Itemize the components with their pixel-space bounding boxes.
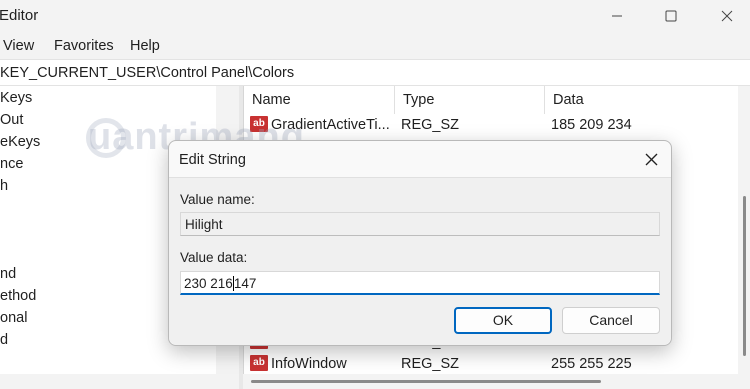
close-icon: [721, 10, 733, 22]
value-data-text: 230 216: [184, 276, 233, 291]
cancel-button[interactable]: Cancel: [562, 307, 660, 334]
column-header-type[interactable]: Type: [395, 86, 545, 114]
list-row[interactable]: ab GradientActiveTi... REG_SZ 185 209 23…: [244, 114, 724, 136]
window-title: Editor: [0, 7, 39, 24]
minimize-button[interactable]: [594, 0, 640, 32]
dialog-title: Edit String: [179, 152, 246, 168]
maximize-button[interactable]: [648, 0, 694, 32]
tree-item[interactable]: ethod: [0, 288, 36, 304]
edit-string-dialog: Edit String Value name: Hilight Value da…: [168, 140, 672, 346]
scrollbar-thumb[interactable]: [251, 380, 601, 383]
value-type: REG_SZ: [401, 356, 460, 372]
column-header-data[interactable]: Data: [545, 86, 750, 114]
menu-view[interactable]: View: [3, 38, 34, 54]
tree-item[interactable]: nce: [0, 156, 23, 172]
value-data: 255 255 225: [551, 356, 632, 372]
tree-item[interactable]: Keys: [0, 90, 32, 106]
address-bar[interactable]: KEY_CURRENT_USER\Control Panel\Colors: [0, 59, 750, 86]
list-horizontal-scrollbar[interactable]: [243, 374, 738, 389]
column-header-name[interactable]: Name: [244, 86, 395, 114]
maximize-icon: [665, 10, 677, 22]
list-vertical-scrollbar[interactable]: [738, 86, 750, 389]
address-path: KEY_CURRENT_USER\Control Panel\Colors: [0, 65, 295, 81]
menu-bar: View Favorites Help: [0, 34, 750, 58]
value-data: 185 209 234: [551, 117, 632, 133]
value-data-field[interactable]: 230 216147: [180, 271, 660, 295]
value-name: InfoWindow: [271, 356, 347, 372]
tree-item[interactable]: eKeys: [0, 134, 40, 150]
tree-horizontal-scrollbar[interactable]: [0, 374, 239, 386]
menu-favorites[interactable]: Favorites: [54, 38, 114, 54]
close-window-button[interactable]: [704, 0, 750, 32]
tree-item[interactable]: Out: [0, 112, 23, 128]
tree-item[interactable]: onal: [0, 310, 27, 326]
menu-help[interactable]: Help: [130, 38, 160, 54]
scrollbar-thumb[interactable]: [743, 196, 746, 356]
minimize-icon: [612, 15, 622, 17]
value-data-text: 147: [233, 276, 257, 291]
close-icon: [645, 153, 657, 165]
tree-item[interactable]: nd: [0, 266, 16, 282]
ok-button[interactable]: OK: [454, 307, 552, 334]
value-type: REG_SZ: [401, 117, 460, 133]
tree-item[interactable]: h: [0, 178, 8, 194]
value-name-label: Value name:: [180, 192, 255, 207]
title-bar: Editor: [0, 0, 750, 32]
dialog-close-button[interactable]: [637, 147, 665, 171]
string-value-icon: ab: [250, 355, 268, 371]
dialog-body: Value name: Hilight Value data: 230 2161…: [169, 177, 671, 345]
value-name-field: Hilight: [180, 212, 660, 236]
tree-item[interactable]: d: [0, 332, 8, 348]
value-data-label: Value data:: [180, 250, 248, 265]
list-row[interactable]: ab InfoWindow REG_SZ 255 255 225: [244, 353, 724, 375]
